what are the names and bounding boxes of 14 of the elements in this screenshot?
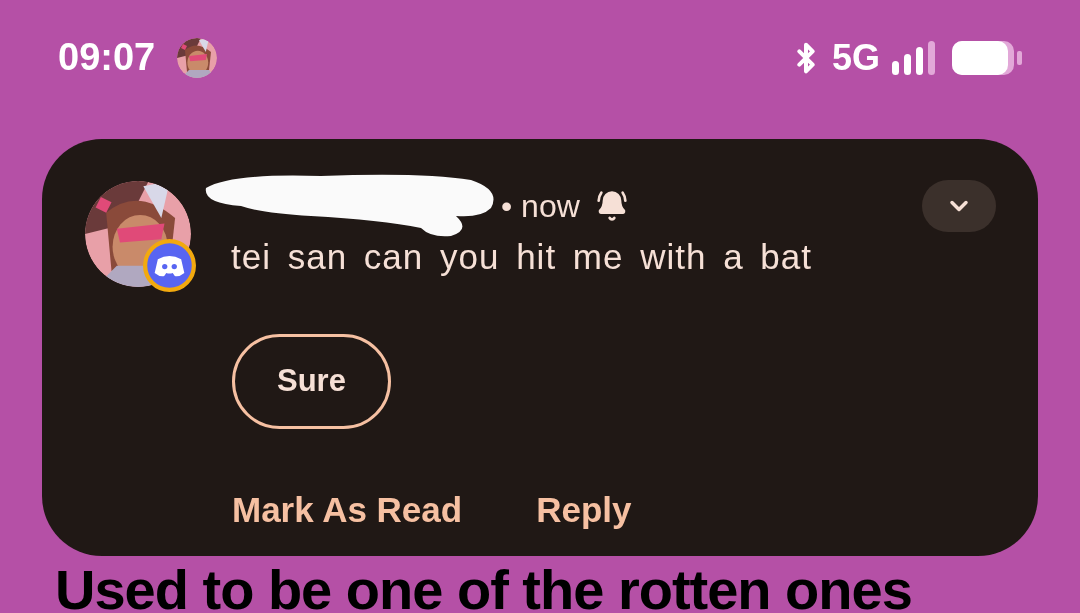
chat-app-icon xyxy=(143,239,197,293)
expand-button[interactable] xyxy=(922,180,996,232)
battery-icon xyxy=(952,40,1022,75)
background-heading: Used to be one of the rotten ones xyxy=(55,557,912,613)
quick-reply-button[interactable]: Sure xyxy=(232,334,391,429)
message-text: tei san can you hit me with a bat xyxy=(231,236,813,278)
signal-icon xyxy=(892,40,936,75)
action-button[interactable]: Mark As Read xyxy=(232,484,463,537)
action-button[interactable]: Reply xyxy=(536,484,632,537)
network-type: 5G xyxy=(831,35,880,80)
bell-icon xyxy=(595,190,628,222)
notification-card[interactable]: • now tei san can you hit me with a bat Sure Mark As Read Reply xyxy=(42,139,1038,556)
notification-time: • now xyxy=(501,187,580,226)
status-time: 09:07 xyxy=(58,35,156,80)
